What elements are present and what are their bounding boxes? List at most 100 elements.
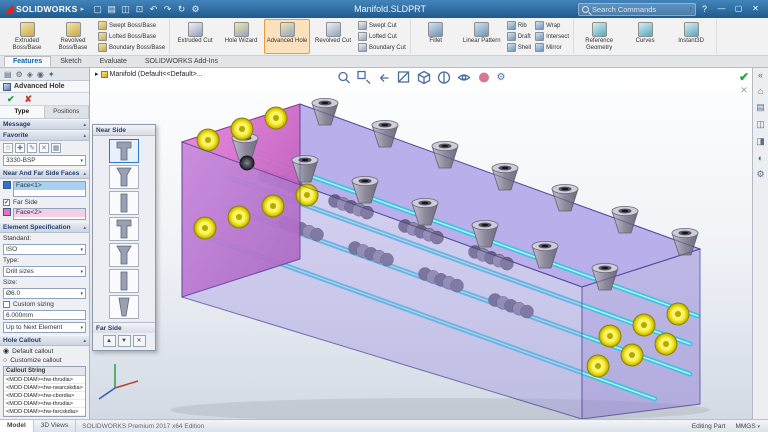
callout-row[interactable]: <MOD-DIAM><hw-nearcskdia> xyxy=(4,384,85,392)
hole-element-countersink[interactable] xyxy=(109,243,139,267)
hide-show-items-icon[interactable] xyxy=(457,70,472,85)
hole-callout-header[interactable]: Hole Callout ▴ xyxy=(0,335,89,346)
display-style-icon[interactable] xyxy=(437,70,452,85)
callout-row[interactable]: <MOD-DIAM><hw-thrudia> xyxy=(4,400,85,408)
default-callout-radio[interactable]: ◉ Default callout xyxy=(3,348,86,355)
tab-sketch[interactable]: Sketch xyxy=(51,56,90,67)
featuremanager-tab-icon[interactable]: ▤ xyxy=(4,70,12,79)
confirm-cancel-icon[interactable]: ✕ xyxy=(740,85,748,96)
manifold-3d-model[interactable] xyxy=(90,68,752,419)
callout-row[interactable]: <MOD-DIAM><hw-farcskdia> xyxy=(4,408,85,416)
insert-element-below-button[interactable]: ▼ xyxy=(118,335,131,347)
type-dropdown[interactable]: Drill sizes ▾ xyxy=(3,266,86,277)
favorite-dropdown[interactable]: 3330-BSP ▾ xyxy=(3,155,86,166)
depth-input[interactable]: 6.000mm xyxy=(3,310,86,320)
type-tab[interactable]: Type xyxy=(0,106,45,118)
swept-cut-button[interactable]: Swept Cut xyxy=(358,21,406,30)
curves-button[interactable]: Curves xyxy=(622,19,668,54)
tab-evaluate[interactable]: Evaluate xyxy=(91,56,136,67)
collapse-icon[interactable]: « xyxy=(758,70,763,80)
favorite-section-header[interactable]: Favorite ▴ xyxy=(0,130,89,141)
tab-solidworks-add-ins[interactable]: SOLIDWORKS Add-Ins xyxy=(136,56,227,67)
open-icon[interactable]: ▤ xyxy=(105,3,118,16)
favorite-delete-icon[interactable]: ✕ xyxy=(39,143,49,153)
hole-element-straight[interactable] xyxy=(109,191,139,215)
menu-expand-arrow-icon[interactable]: ▸ xyxy=(81,5,85,13)
instant3d-button[interactable]: Instant3D xyxy=(668,19,714,54)
advanced-hole-button[interactable]: Advanced Hole xyxy=(264,19,310,54)
close-button[interactable]: ✕ xyxy=(747,2,764,16)
size-dropdown[interactable]: Ø6.0 ▾ xyxy=(3,288,86,299)
favorite-apply-icon[interactable]: ✩ xyxy=(3,143,13,153)
previous-view-icon[interactable] xyxy=(377,70,392,85)
mirror-button[interactable]: Mirror xyxy=(535,43,569,52)
callout-table[interactable]: Callout String <MOD-DIAM><hw-thrudia> <M… xyxy=(3,366,86,417)
faces-section-header[interactable]: Near And Far Side Faces ▴ xyxy=(0,168,89,179)
section-view-icon[interactable] xyxy=(397,70,412,85)
lofted-cut-button[interactable]: Lofted Cut xyxy=(358,32,406,41)
tree-root-label[interactable]: Manifold (Default<<Default>... xyxy=(110,71,203,78)
view-orientation-icon[interactable] xyxy=(417,70,432,85)
boundary-boss-base-button[interactable]: Boundary Boss/Base xyxy=(98,43,165,52)
model-tab[interactable]: Model xyxy=(0,420,34,432)
callout-row[interactable]: <MOD-DIAM><hw-cbordia> xyxy=(4,392,85,400)
appearances-icon[interactable]: ◐ xyxy=(758,153,763,163)
hole-element-counterbore[interactable] xyxy=(109,217,139,241)
far-face-item[interactable]: Face<2> xyxy=(14,209,85,217)
edit-appearance-icon[interactable] xyxy=(477,70,492,85)
design-library-icon[interactable]: ▤ xyxy=(756,102,765,113)
favorite-update-icon[interactable]: ✎ xyxy=(27,143,37,153)
search-dropdown-icon[interactable]: ▾ xyxy=(689,6,692,12)
linear-pattern-button[interactable]: Linear Pattern xyxy=(459,19,505,54)
flyout-arrow-icon[interactable]: ▸ xyxy=(95,70,99,78)
delete-element-button[interactable]: ✕ xyxy=(133,335,146,347)
ok-button[interactable]: ✔ xyxy=(7,94,15,105)
confirm-ok-icon[interactable]: ✔ xyxy=(739,70,749,84)
displaymanager-tab-icon[interactable]: ✦ xyxy=(48,70,55,79)
intersect-button[interactable]: Intersect xyxy=(535,32,569,41)
element-specification-header[interactable]: Element Specification ▴ xyxy=(0,222,89,233)
near-face-item[interactable]: Face<1> xyxy=(14,182,85,190)
new-icon[interactable]: ▢ xyxy=(91,3,104,16)
lofted-boss-base-button[interactable]: Lofted Boss/Base xyxy=(98,32,165,41)
feature-tree-flyout[interactable]: ▸ Manifold (Default<<Default>... xyxy=(95,70,203,78)
extruded-boss-base-button[interactable]: Extruded Boss/Base xyxy=(4,19,50,54)
tab-features[interactable]: Features xyxy=(4,56,51,67)
custom-properties-icon[interactable]: ⚙ xyxy=(756,169,764,180)
ball-plug[interactable] xyxy=(240,156,255,171)
message-section-header[interactable]: Message ▴ xyxy=(0,119,89,130)
search-input[interactable]: Search Commands ▾ xyxy=(578,3,696,16)
hole-element-countersink[interactable] xyxy=(109,165,139,189)
favorite-save-icon[interactable]: ▦ xyxy=(51,143,61,153)
zoom-fit-icon[interactable] xyxy=(337,70,352,85)
swept-boss-base-button[interactable]: Swept Boss/Base xyxy=(98,21,165,30)
resources-home-icon[interactable]: ⌂ xyxy=(758,86,763,96)
cancel-button[interactable]: ✘ xyxy=(25,94,33,105)
dimxpertmanager-tab-icon[interactable]: ◉ xyxy=(37,70,44,79)
boundary-cut-button[interactable]: Boundary Cut xyxy=(358,43,406,52)
standard-dropdown[interactable]: ISO ▾ xyxy=(3,244,86,255)
fillet-button[interactable]: Fillet xyxy=(413,19,459,54)
far-side-checkbox[interactable]: ✔ Far Side xyxy=(3,199,86,206)
positions-tab[interactable]: Positions xyxy=(45,106,90,118)
rib-button[interactable]: Rib xyxy=(507,21,531,30)
wrap-button[interactable]: Wrap xyxy=(535,21,569,30)
end-condition-dropdown[interactable]: Up to Next Element ▾ xyxy=(3,322,86,333)
hole-element-straight[interactable] xyxy=(109,269,139,293)
draft-button[interactable]: Draft xyxy=(507,32,531,41)
view-palette-icon[interactable]: ◨ xyxy=(756,136,765,147)
hole-element-tapered[interactable] xyxy=(109,295,139,319)
custom-sizing-checkbox[interactable]: Custom sizing xyxy=(3,301,86,308)
hole-wizard-button[interactable]: Hole Wizard xyxy=(218,19,264,54)
file-explorer-icon[interactable]: ◫ xyxy=(756,119,765,130)
favorite-add-icon[interactable]: ✚ xyxy=(15,143,25,153)
save-icon[interactable]: ◫ xyxy=(119,3,132,16)
far-face-listbox[interactable]: Face<2> xyxy=(13,208,86,220)
rebuild-icon[interactable]: ↻ xyxy=(175,3,188,16)
zoom-to-area-icon[interactable] xyxy=(357,70,372,85)
3d-views-tab[interactable]: 3D Views xyxy=(34,420,76,432)
redo-icon[interactable]: ↷ xyxy=(161,3,174,16)
revolved-boss-base-button[interactable]: Revolved Boss/Base xyxy=(50,19,96,54)
help-button[interactable]: ? xyxy=(702,4,707,14)
hole-element-counterbore[interactable] xyxy=(109,139,139,163)
